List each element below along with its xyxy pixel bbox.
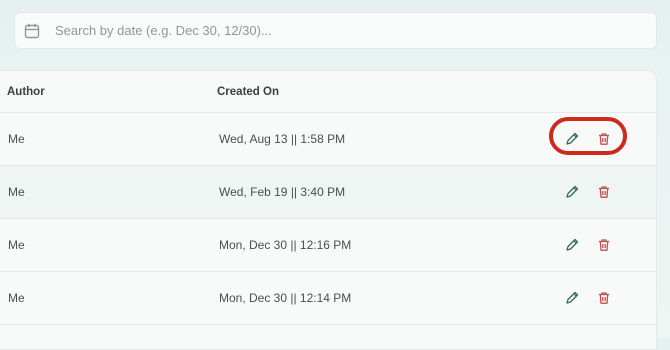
pencil-icon[interactable] — [563, 183, 581, 201]
pencil-icon[interactable] — [563, 130, 581, 148]
table-row[interactable]: Me Wed, Feb 19 || 3:40 PM — [0, 166, 656, 219]
created-on-cell: Wed, Feb 19 || 3:40 PM — [219, 185, 346, 199]
search-bar[interactable] — [14, 12, 657, 49]
author-cell: Me — [8, 238, 25, 252]
search-input[interactable] — [53, 22, 656, 39]
table-row[interactable]: Me Wed, Aug 13 || 1:58 PM — [0, 113, 656, 166]
calendar-icon — [23, 22, 41, 40]
pencil-icon[interactable] — [563, 236, 581, 254]
trash-icon[interactable] — [595, 130, 613, 148]
files-table: Author Created On Me Wed, Aug 13 || 1:58… — [0, 70, 657, 350]
table-row[interactable]: Me Mon, Dec 30 || 12:16 PM — [0, 219, 656, 272]
author-cell: Me — [8, 132, 25, 146]
column-header-author[interactable]: Author — [7, 86, 45, 98]
trash-icon[interactable] — [595, 289, 613, 307]
created-on-cell: Mon, Dec 30 || 12:14 PM — [219, 291, 352, 305]
column-header-created-on[interactable]: Created On — [217, 86, 279, 98]
created-on-cell: Mon, Dec 30 || 12:16 PM — [219, 238, 352, 252]
created-on-cell: Wed, Aug 13 || 1:58 PM — [219, 132, 346, 146]
table-header: Author Created On — [0, 71, 656, 113]
author-cell: Me — [8, 291, 25, 305]
table-row[interactable]: Me Mon, Dec 30 || 12:14 PM — [0, 272, 656, 325]
author-cell: Me — [8, 185, 25, 199]
trash-icon[interactable] — [595, 236, 613, 254]
pencil-icon[interactable] — [563, 289, 581, 307]
trash-icon[interactable] — [595, 183, 613, 201]
